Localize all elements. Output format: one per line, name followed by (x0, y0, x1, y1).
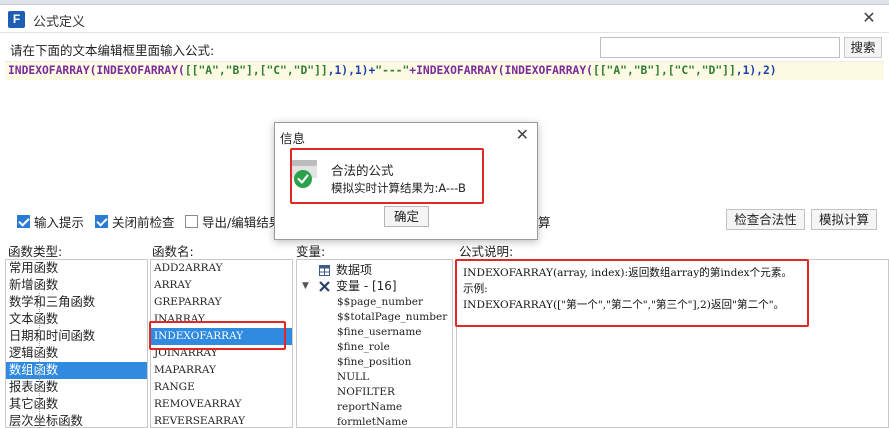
checkbox-checked-icon (17, 214, 30, 228)
checkbox-checked-icon (95, 214, 108, 228)
check-before-close-label: 关闭前检查 (112, 214, 175, 230)
search-button[interactable]: 搜索 (844, 37, 882, 58)
info-dialog: 信息 ✕ 合法的公式 模拟实时计算结果为:A---B 确定 (274, 122, 538, 240)
functions-list[interactable]: ADD2ARRAY ARRAY GREPARRAY INARRAY INDEXOFARR… (150, 259, 293, 428)
variable-label: reportName (337, 401, 403, 413)
variable-label: formletName (337, 416, 408, 428)
variable-label: NOFILTER (337, 386, 395, 398)
formula-segment: [["A","B"],["C","D"]] (184, 64, 328, 77)
categories-list[interactable]: 常用函数 新增函数 数学和三角函数 文本函数 日期和时间函数 逻辑函数 数组函数 报表函数 其它… (5, 259, 148, 428)
variables-tree[interactable]: 数据项 ▼ 变量 - [16] $$page_number $$totalPage… (296, 259, 453, 428)
app-logo-icon: F (8, 11, 25, 28)
variable-item[interactable]: NOFILTER (297, 385, 452, 400)
category-item[interactable]: 层次坐标函数 (6, 413, 147, 427)
tree-node-label: 数据项 (336, 263, 373, 277)
variable-item[interactable]: $fine_position (297, 355, 452, 370)
category-item[interactable]: 数学和三角函数 (6, 294, 147, 311)
formula-segment: ,1),2) (735, 64, 777, 77)
function-item[interactable]: INARRAY (151, 311, 292, 328)
function-item[interactable]: REVERSEARRAY (151, 413, 292, 427)
variable-label: $fine_position (337, 356, 412, 368)
export-edit-checkbox[interactable]: 导出/编辑结果 (185, 213, 282, 230)
window-titlebar: F 公式定义 ✕ (0, 5, 889, 33)
function-item[interactable]: JOINARRAY (151, 345, 292, 362)
hidden-option-suffix: 算 (538, 213, 551, 230)
category-item[interactable]: 日期和时间函数 (6, 328, 147, 345)
variable-label: $fine_username (337, 326, 422, 338)
variable-item[interactable]: $$page_number (297, 295, 452, 310)
dialog-message: 合法的公式 (331, 163, 394, 178)
function-item[interactable]: RANGE (151, 379, 292, 396)
dialog-title: 信息 (280, 131, 306, 146)
tree-node-data-items[interactable]: 数据项 (297, 263, 452, 278)
simulate-button[interactable]: 模拟计算 (811, 209, 877, 230)
formula-prompt-label: 请在下面的文本编辑框里面输入公式: (10, 43, 215, 58)
validate-button[interactable]: 检查合法性 (726, 209, 805, 230)
description-line: INDEXOFARRAY(["第一个","第二个","第三个"],2)返回"第二… (463, 299, 785, 311)
close-icon[interactable]: ✕ (859, 8, 879, 28)
description-panel: INDEXOFARRAY(array, index):返回数组array的第in… (456, 259, 889, 428)
description-label: 公式说明: (459, 244, 514, 259)
checkbox-unchecked-icon (185, 214, 198, 228)
formula-text[interactable]: INDEXOFARRAY(INDEXOFARRAY([["A","B"],["C… (8, 63, 777, 79)
variable-x-icon (319, 281, 330, 292)
input-hint-label: 输入提示 (34, 214, 85, 230)
formula-segment: "---" (375, 64, 410, 77)
hidden-option-suffix-label: 算 (538, 214, 551, 230)
category-item[interactable]: 其它函数 (6, 396, 147, 413)
variable-item[interactable]: NULL (297, 370, 452, 385)
variable-label: $fine_role (337, 341, 390, 353)
function-item[interactable]: INDEXOFARRAY (151, 328, 292, 345)
function-item[interactable]: ADD2ARRAY (151, 260, 292, 277)
description-line: INDEXOFARRAY(array, index):返回数组array的第in… (463, 267, 793, 279)
export-edit-label: 导出/编辑结果 (202, 214, 282, 230)
category-item[interactable]: 数组函数 (6, 362, 147, 379)
window-title: 公式定义 (33, 15, 86, 30)
variable-label: $$page_number (337, 296, 423, 308)
table-icon (319, 265, 330, 276)
tree-node-label: 变量 - [16] (336, 279, 397, 293)
variable-item[interactable]: reportName (297, 400, 452, 415)
input-hint-checkbox[interactable]: 输入提示 (17, 213, 85, 230)
formula-segment: INDEXOFARRAY(INDEXOFARRAY( (8, 64, 185, 77)
variable-item[interactable]: formletName (297, 415, 452, 428)
search-input[interactable] (600, 37, 840, 58)
chevron-down-icon[interactable]: ▼ (302, 279, 309, 294)
category-item[interactable]: 逻辑函数 (6, 345, 147, 362)
categories-label: 函数类型: (8, 244, 63, 259)
function-item[interactable]: REMOVEARRAY (151, 396, 292, 413)
functions-label: 函数名: (152, 244, 194, 259)
function-item[interactable]: MAPARRAY (151, 362, 292, 379)
variable-label: NULL (337, 371, 369, 383)
category-item[interactable]: 报表函数 (6, 379, 147, 396)
formula-segment: ,1),1)+ (327, 64, 376, 77)
variables-label: 变量: (296, 244, 326, 259)
dialog-close-icon[interactable]: ✕ (516, 125, 529, 144)
tree-node-variables[interactable]: ▼ 变量 - [16] (297, 279, 452, 294)
variable-label: $$totalPage_number (337, 311, 448, 323)
function-item[interactable]: GREPARRAY (151, 294, 292, 311)
success-check-icon (291, 160, 317, 188)
formula-segment: [["A","B"],["C","D"]] (592, 64, 736, 77)
variable-item[interactable]: $$totalPage_number (297, 310, 452, 325)
check-before-close-checkbox[interactable]: 关闭前检查 (95, 213, 175, 230)
tree-guide-line (39, 293, 40, 428)
category-item[interactable]: 常用函数 (6, 260, 147, 277)
description-line: 示例: (463, 283, 488, 295)
variable-item[interactable]: $fine_username (297, 325, 452, 340)
variable-item[interactable]: $fine_role (297, 340, 452, 355)
category-item[interactable]: 新增函数 (6, 277, 147, 294)
dialog-result: 模拟实时计算结果为:A---B (331, 181, 466, 195)
formula-segment: +INDEXOFARRAY(INDEXOFARRAY( (409, 64, 593, 77)
category-item[interactable]: 文本函数 (6, 311, 147, 328)
function-item[interactable]: ARRAY (151, 277, 292, 294)
dialog-ok-button[interactable]: 确定 (384, 206, 429, 227)
